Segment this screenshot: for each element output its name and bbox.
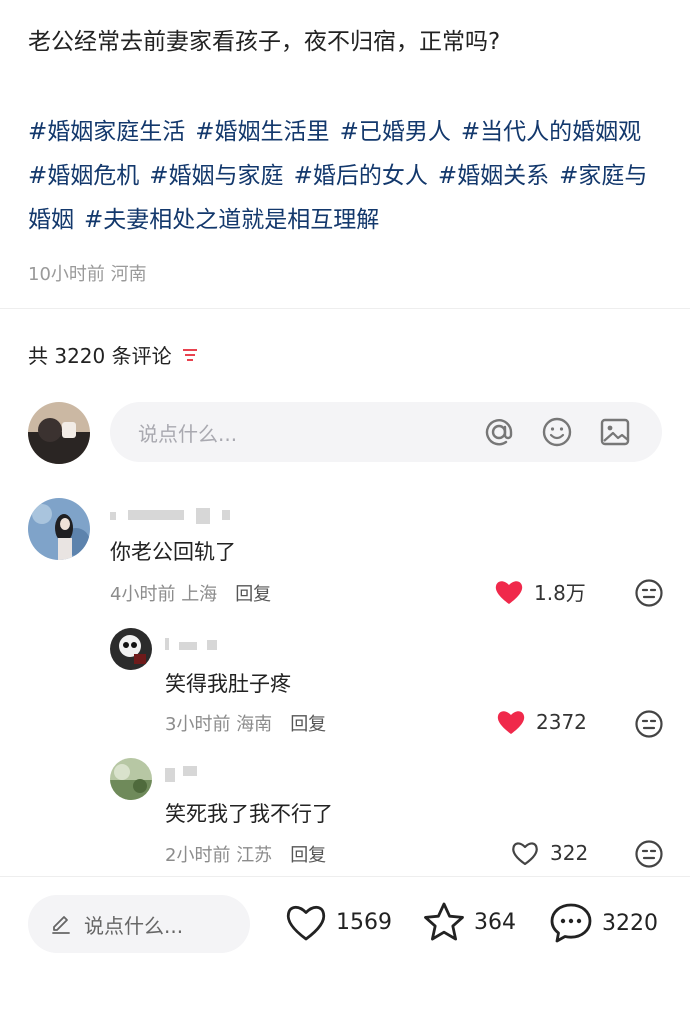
comment-time-location: 2小时前 江苏: [165, 841, 272, 867]
like-count: 2372: [536, 710, 587, 734]
like-button[interactable]: 322: [510, 839, 588, 867]
reply-button[interactable]: 回复: [235, 580, 271, 606]
dislike-icon[interactable]: [634, 839, 664, 869]
bottom-input-placeholder: 说点什么...: [84, 913, 184, 938]
comment-time: 3小时前: [165, 714, 231, 735]
comment-total: 3220: [602, 910, 658, 936]
comment-bubble-icon: [550, 903, 592, 943]
bottom-comment-input[interactable]: 说点什么...: [28, 895, 250, 953]
tag-link[interactable]: #婚姻生活里: [195, 119, 329, 145]
tag-link[interactable]: #婚姻家庭生活: [28, 119, 185, 145]
heart-icon-filled: [497, 711, 525, 734]
like-post-button[interactable]: 1569: [284, 901, 392, 943]
commenter-avatar[interactable]: [110, 758, 152, 800]
post-location: 河南: [110, 264, 147, 285]
tag-link[interactable]: #夫妻相处之道就是相互理解: [84, 207, 379, 233]
divider: [0, 308, 690, 309]
dislike-icon[interactable]: [634, 578, 664, 608]
post-meta: 10小时前 河南: [28, 260, 147, 286]
comment-meta: 4小时前 上海 回复: [110, 580, 271, 606]
tag-link[interactable]: #婚姻危机: [28, 163, 139, 189]
reply-button[interactable]: 回复: [290, 710, 326, 736]
heart-icon: [512, 842, 538, 866]
tag-link[interactable]: #婚后的女人: [294, 163, 428, 189]
comment-input-placeholder: 说点什么...: [138, 421, 238, 446]
comment-count-header: 共 3220 条评论: [28, 340, 200, 369]
comment-input[interactable]: 说点什么...: [110, 402, 662, 462]
comments-button[interactable]: 3220: [548, 901, 658, 945]
tag-link[interactable]: #已婚男人: [340, 119, 451, 145]
image-icon[interactable]: [598, 415, 632, 449]
sort-icon[interactable]: [180, 345, 200, 365]
commenter-avatar[interactable]: [110, 628, 152, 670]
like-button[interactable]: 1.8万: [494, 577, 586, 606]
commenter-name[interactable]: [165, 764, 215, 782]
comment-location: 海南: [236, 714, 273, 735]
like-count: 322: [550, 841, 589, 865]
comment-meta: 2小时前 江苏 回复: [165, 841, 326, 867]
bottom-action-bar: 说点什么... 1569 364 3220: [0, 876, 690, 1027]
post-like-count: 1569: [336, 909, 392, 935]
favorite-button[interactable]: 364: [422, 901, 516, 943]
comment-time-location: 3小时前 海南: [165, 710, 272, 736]
commenter-avatar[interactable]: [28, 498, 90, 560]
pencil-icon: [52, 916, 70, 934]
favorite-count: 364: [474, 909, 516, 935]
star-icon: [424, 902, 464, 941]
commenter-name[interactable]: [110, 506, 240, 524]
comment-text: 笑死我了我不行了: [165, 802, 333, 826]
comment-text: 你老公回轨了: [110, 540, 236, 564]
like-count: 1.8万: [534, 581, 586, 605]
comment-count-label: 共 3220 条评论: [28, 344, 172, 368]
like-button[interactable]: 2372: [496, 708, 587, 736]
emoji-icon[interactable]: [540, 415, 574, 449]
comment-time: 2小时前: [165, 845, 231, 866]
heart-icon-filled: [495, 580, 523, 604]
my-avatar[interactable]: [28, 402, 90, 464]
comment-meta: 3小时前 海南 回复: [165, 710, 326, 736]
post-time: 10小时前: [28, 264, 105, 285]
comment-text: 笑得我肚子疼: [165, 672, 291, 696]
tag-link[interactable]: #婚姻关系: [438, 163, 549, 189]
comment-time: 4小时前: [110, 584, 176, 605]
at-icon[interactable]: [482, 415, 516, 449]
commenter-name[interactable]: [165, 636, 225, 654]
post-tags: #婚姻家庭生活 #婚姻生活里 #已婚男人 #当代人的婚姻观 #婚姻危机 #婚姻与家庭 #婚后…: [28, 110, 668, 242]
dislike-icon[interactable]: [634, 709, 664, 739]
tag-link[interactable]: #当代人的婚姻观: [461, 119, 641, 145]
post-title: 老公经常去前妻家看孩子，夜不归宿，正常吗?: [28, 29, 501, 55]
comment-time-location: 4小时前 上海: [110, 580, 217, 606]
tag-link[interactable]: #婚姻与家庭: [149, 163, 283, 189]
comment-location: 江苏: [236, 845, 273, 866]
heart-icon: [286, 905, 326, 941]
reply-button[interactable]: 回复: [290, 841, 326, 867]
comment-location: 上海: [181, 584, 218, 605]
